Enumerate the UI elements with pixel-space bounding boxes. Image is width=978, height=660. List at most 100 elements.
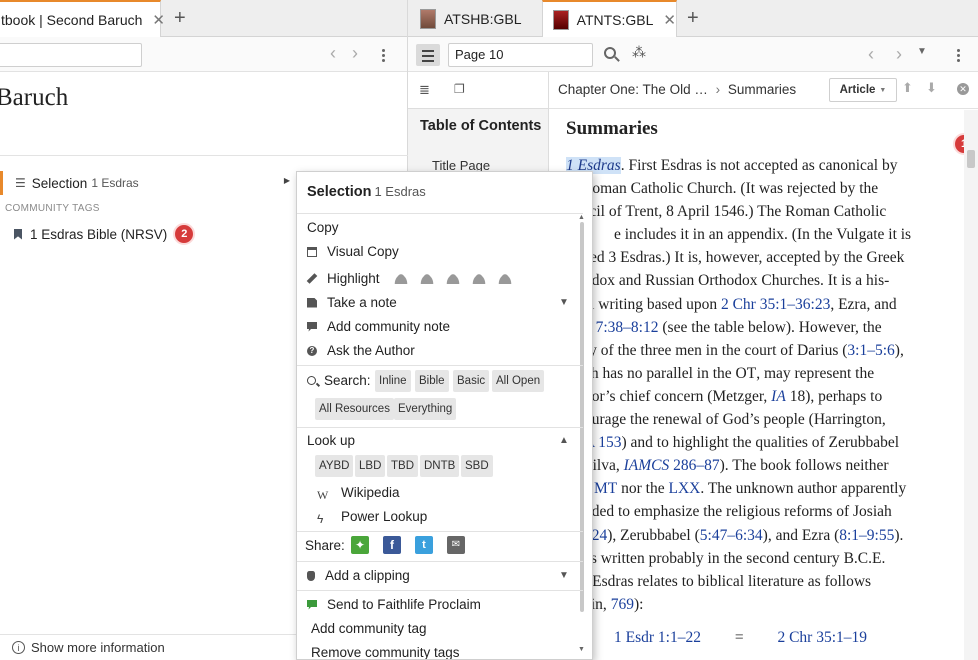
breadcrumb[interactable]: Chapter One: The Old … › Summaries xyxy=(558,82,796,97)
copy-menu-item[interactable]: Copy xyxy=(307,220,339,235)
selection-row[interactable]: ☰ Selection 1 Esdras ▶ xyxy=(0,171,296,195)
highlight-style-icon[interactable] xyxy=(445,273,460,284)
lookup-tbd-button[interactable]: TBD xyxy=(387,455,418,477)
comment-icon xyxy=(307,321,317,332)
wikipedia-menu-item[interactable]: W Wikipedia xyxy=(307,485,400,502)
scripture-link[interactable]: 2 Chr 35:1–36:23 xyxy=(721,296,830,313)
bibliography-link[interactable]: 286–87 xyxy=(669,457,720,474)
divider xyxy=(297,365,583,366)
menu-icon[interactable] xyxy=(416,44,440,66)
copy-pages-icon[interactable]: ❐ xyxy=(454,82,465,96)
selection-label: Selection xyxy=(31,175,88,191)
lookup-section-header[interactable]: Look up xyxy=(307,433,355,448)
facebook-icon[interactable]: f xyxy=(383,536,401,554)
scroll-up-icon[interactable]: ▲ xyxy=(578,214,585,221)
text-line: thodox and Russian Orthodox Churches. It… xyxy=(572,272,890,290)
twitter-icon[interactable]: t xyxy=(415,536,433,554)
search-inline-button[interactable]: Inline xyxy=(375,370,411,392)
search-all-resources-button[interactable]: All Resources xyxy=(315,398,394,420)
scripture-link[interactable]: 7:38–8:12 xyxy=(596,319,659,336)
more-options-icon[interactable] xyxy=(957,47,961,64)
community-tag-item[interactable]: 1 Esdras Bible (NRSV) 2 xyxy=(14,223,196,245)
lookup-dntb-button[interactable]: DNTB xyxy=(420,455,460,477)
forward-arrow-icon[interactable]: › xyxy=(352,43,358,64)
scripture-link[interactable]: 3:1–5:6 xyxy=(847,342,894,359)
scripture-link[interactable]: 8:1–9:55 xyxy=(839,527,894,544)
text-line: ). xyxy=(894,526,904,544)
close-circle-icon[interactable]: ✕ xyxy=(957,83,969,95)
toc-list-icon[interactable]: ≣ xyxy=(419,82,430,98)
scripture-link[interactable]: 2 Chr 35:1–19 xyxy=(777,629,867,646)
text-abbrev-link[interactable]: LXX xyxy=(668,480,700,497)
search-all-open-button[interactable]: All Open xyxy=(492,370,545,392)
power-lookup-menu-item[interactable]: ϟ Power Lookup xyxy=(307,509,427,526)
back-arrow-icon[interactable]: ‹ xyxy=(330,43,336,64)
email-icon[interactable]: ✉ xyxy=(447,536,465,554)
arrow-up-icon[interactable]: ⬆ xyxy=(902,80,913,96)
text-line: uncil of Trent, 8 April 1546.) The Roman… xyxy=(574,203,887,221)
article-scrollbar[interactable] xyxy=(964,110,978,660)
text-abbrev: B.C.E. xyxy=(843,549,886,567)
highlight-style-icon[interactable] xyxy=(471,273,486,284)
menu-scrollbar[interactable] xyxy=(580,222,584,612)
add-tab-button[interactable]: + xyxy=(174,7,186,30)
chevron-down-icon[interactable]: ▼ xyxy=(559,297,569,308)
more-options-icon[interactable] xyxy=(382,47,386,64)
text-abbrev-link[interactable]: MT xyxy=(594,480,617,497)
bibliography-link[interactable]: IA xyxy=(771,388,786,405)
tab-second-baruch[interactable]: tbook | Second Baruch ✕ xyxy=(0,0,165,38)
back-arrow-icon[interactable]: ‹ xyxy=(868,44,874,65)
forward-arrow-icon[interactable]: › xyxy=(896,44,902,65)
chevron-up-icon[interactable]: ▲ xyxy=(559,435,569,446)
highlight-style-icon[interactable] xyxy=(497,273,512,284)
send-to-proclaim-menu-item[interactable]: Send to Faithlife Proclaim xyxy=(307,597,481,612)
highlight-menu-item[interactable]: Highlight xyxy=(306,271,524,286)
text-line: ch has no parallel in the xyxy=(584,364,736,382)
left-search-input[interactable] xyxy=(0,43,142,67)
scroll-down-icon[interactable]: ▼ xyxy=(578,646,585,653)
search-bible-button[interactable]: Bible xyxy=(415,370,449,392)
show-more-info-label: Show more information xyxy=(31,640,165,655)
add-clipping-menu-item[interactable]: Add a clipping xyxy=(307,568,410,583)
scripture-link[interactable]: 5:47–6:34 xyxy=(700,527,763,544)
scripture-link[interactable]: 1 Esdr 1:1–22 xyxy=(614,629,701,646)
chevron-down-icon[interactable]: ▼ xyxy=(559,570,569,581)
add-community-tag-menu-item[interactable]: Add community tag xyxy=(311,621,427,636)
breadcrumb-chapter[interactable]: Chapter One: The Old … xyxy=(558,82,708,97)
divider xyxy=(297,590,583,591)
visual-copy-menu-item[interactable]: Visual Copy xyxy=(307,244,399,259)
tab-atnts[interactable]: ATNTS:GBL ✕ xyxy=(542,0,677,38)
take-note-menu-item[interactable]: Take a note xyxy=(307,295,397,310)
lookup-aybd-button[interactable]: AYBD xyxy=(315,455,354,477)
remove-community-tags-menu-item[interactable]: Remove community tags xyxy=(311,645,460,659)
bibliography-link[interactable]: 769 xyxy=(611,596,634,613)
arrow-down-icon[interactable]: ⬇ xyxy=(926,80,937,96)
faithlife-share-icon[interactable]: ✦ xyxy=(351,536,369,554)
lookup-sbd-button[interactable]: SBD xyxy=(461,455,493,477)
lookup-lbd-button[interactable]: LBD xyxy=(355,455,386,477)
bibliography-link[interactable]: IAMCS xyxy=(624,457,670,474)
page-input[interactable]: Page 10 xyxy=(448,43,593,67)
chevron-down-icon[interactable]: ▼ xyxy=(917,46,927,57)
add-community-note-menu-item[interactable]: Add community note xyxy=(307,319,450,334)
search-icon[interactable] xyxy=(604,47,616,59)
text-line: ourage the renewal of God’s people (Harr… xyxy=(584,411,886,429)
people-icon[interactable]: ⁂ xyxy=(632,44,646,61)
divider xyxy=(297,531,583,532)
search-basic-button[interactable]: Basic xyxy=(453,370,490,392)
search-everything-button[interactable]: Everything xyxy=(394,398,457,420)
show-more-info-button[interactable]: i Show more information xyxy=(0,634,296,660)
menu-label: Take a note xyxy=(327,295,397,310)
breadcrumb-section[interactable]: Summaries xyxy=(728,82,796,97)
menu-label: Visual Copy xyxy=(327,244,399,259)
article-dropdown-button[interactable]: Article ▼ xyxy=(829,78,897,102)
text-line: ). The book follows neither xyxy=(719,457,889,475)
tab-atshb[interactable]: ATSHB:GBL xyxy=(418,0,538,37)
close-icon[interactable]: ✕ xyxy=(152,11,165,29)
add-tab-button[interactable]: + xyxy=(687,7,699,30)
close-icon[interactable]: ✕ xyxy=(663,11,676,29)
ask-author-menu-item[interactable]: ? Ask the Author xyxy=(307,343,415,358)
highlight-style-icon[interactable] xyxy=(393,273,408,284)
scrollbar-thumb[interactable] xyxy=(967,150,975,168)
highlight-style-icon[interactable] xyxy=(419,273,434,284)
